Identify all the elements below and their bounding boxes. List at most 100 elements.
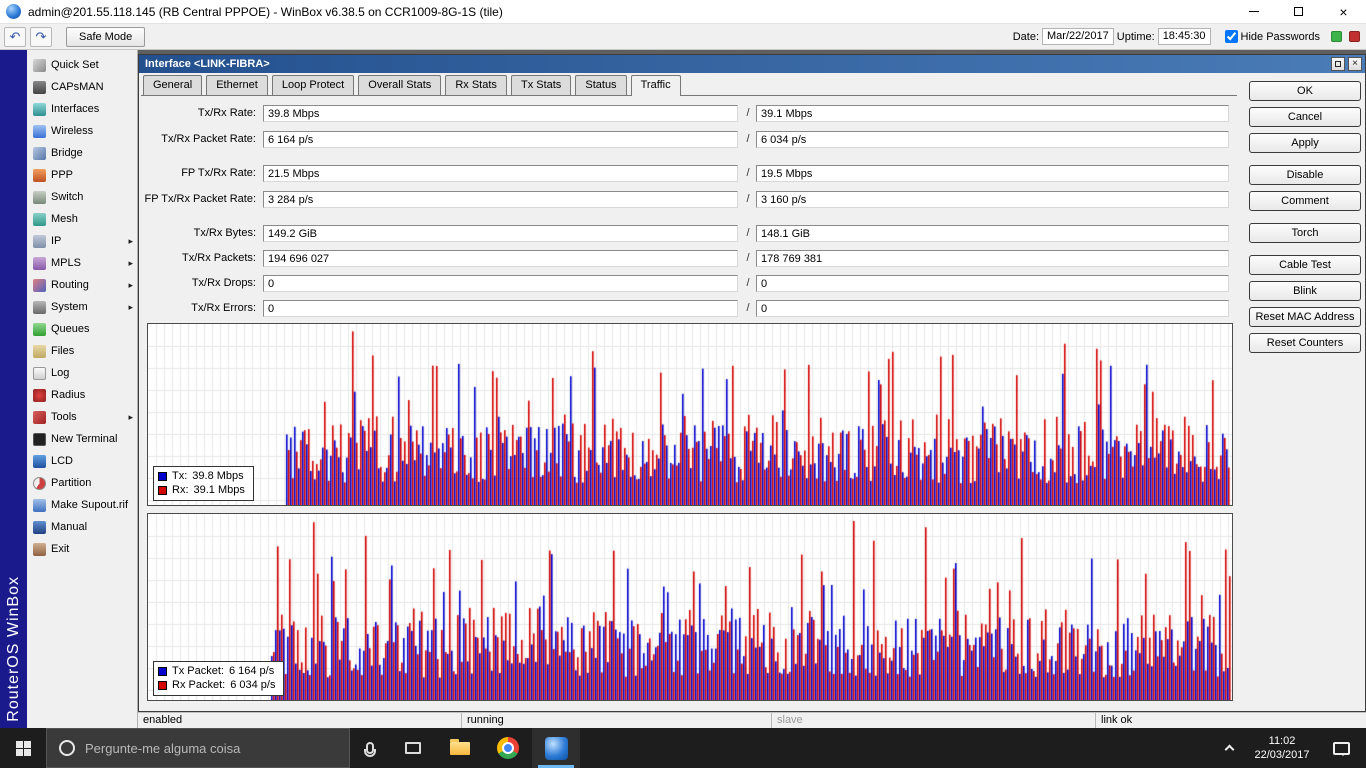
sidebar-item-wireless[interactable]: Wireless <box>27 120 137 142</box>
microphone-button[interactable] <box>350 728 390 768</box>
reset-counters-button[interactable]: Reset Counters <box>1249 333 1361 353</box>
undo-button[interactable]: ↶ <box>4 27 26 47</box>
sidebar-item-radius[interactable]: Radius <box>27 384 137 406</box>
sidebar-item-new-terminal[interactable]: New Terminal <box>27 428 137 450</box>
sidebar-item-switch[interactable]: Switch <box>27 186 137 208</box>
sidebar-item-quick-set[interactable]: Quick Set <box>27 54 137 76</box>
rx-bytes-input[interactable] <box>756 225 1229 242</box>
fp-rx-packet-rate-input[interactable] <box>756 191 1229 208</box>
tx-drops-input[interactable] <box>263 275 738 292</box>
rx-packets-input[interactable] <box>756 250 1229 267</box>
sidebar-item-interfaces[interactable]: Interfaces <box>27 98 137 120</box>
fp-rx-rate-input[interactable] <box>756 165 1229 182</box>
traffic-rate-legend: Tx:39.8 Mbps Rx:39.1 Mbps <box>153 466 254 501</box>
apply-button[interactable]: Apply <box>1249 133 1361 153</box>
clock-text: 11:02 22/03/2017 <box>1254 734 1309 762</box>
sidebar-item-files[interactable]: Files <box>27 340 137 362</box>
task-view-button[interactable] <box>390 728 436 768</box>
close-button[interactable]: × <box>1321 0 1366 24</box>
redo-button[interactable]: ↷ <box>30 27 52 47</box>
hide-passwords-checkbox[interactable] <box>1225 30 1238 43</box>
sidebar-item-tools[interactable]: Tools▸ <box>27 406 137 428</box>
torch-button[interactable]: Torch <box>1249 223 1361 243</box>
rx-drops-input[interactable] <box>756 275 1229 292</box>
field-label: Tx/Rx Packet Rate: <box>139 131 256 149</box>
dialog-tile-button[interactable] <box>1331 57 1345 71</box>
field-label: Tx/Rx Bytes: <box>139 225 256 243</box>
rx-swatch-icon <box>158 486 167 495</box>
maximize-button[interactable] <box>1276 0 1321 24</box>
hide-passwords-label: Hide Passwords <box>1241 31 1320 43</box>
form-row: FP Tx/Rx Packet Rate: / <box>139 191 1365 209</box>
date-value: Mar/22/2017 <box>1042 28 1114 45</box>
tx-packet-rate-input[interactable] <box>263 131 738 148</box>
ok-button[interactable]: OK <box>1249 81 1361 101</box>
sidebar-item-system[interactable]: System▸ <box>27 296 137 318</box>
rx-rate-input[interactable] <box>756 105 1229 122</box>
traffic-rate-chart: Tx:39.8 Mbps Rx:39.1 Mbps <box>147 323 1233 506</box>
tx-rate-input[interactable] <box>263 105 738 122</box>
cancel-button[interactable]: Cancel <box>1249 107 1361 127</box>
tx-packets-input[interactable] <box>263 250 738 267</box>
fp-tx-rate-input[interactable] <box>263 165 738 182</box>
wireless-icon <box>33 125 46 138</box>
tab-general[interactable]: General <box>143 75 202 95</box>
rx-errors-input[interactable] <box>756 300 1229 317</box>
sidebar-item-make-supout[interactable]: Make Supout.rif <box>27 494 137 516</box>
form-row: FP Tx/Rx Rate: / <box>139 165 1365 183</box>
tools-icon <box>33 411 46 424</box>
tx-errors-input[interactable] <box>263 300 738 317</box>
minimize-button[interactable] <box>1231 0 1276 24</box>
reset-mac-address-button[interactable]: Reset MAC Address <box>1249 307 1361 327</box>
notification-icon <box>1333 742 1350 755</box>
tab-status[interactable]: Status <box>575 75 626 95</box>
task-view-icon <box>405 742 421 754</box>
tab-ethernet[interactable]: Ethernet <box>206 75 268 95</box>
chrome-button[interactable] <box>484 728 532 768</box>
tab-rx-stats[interactable]: Rx Stats <box>445 75 507 95</box>
sidebar-item-queues[interactable]: Queues <box>27 318 137 340</box>
interfaces-icon <box>33 103 46 116</box>
sidebar-item-ppp[interactable]: PPP <box>27 164 137 186</box>
winbox-taskbar-button[interactable] <box>532 728 580 768</box>
start-button[interactable] <box>0 728 46 768</box>
cable-test-button[interactable]: Cable Test <box>1249 255 1361 275</box>
comment-button[interactable]: Comment <box>1249 191 1361 211</box>
packet-rate-legend: Tx Packet:6 164 p/s Rx Packet:6 034 p/s <box>153 661 284 696</box>
sidebar-item-bridge[interactable]: Bridge <box>27 142 137 164</box>
sidebar-item-exit[interactable]: Exit <box>27 538 137 560</box>
sidebar-item-mesh[interactable]: Mesh <box>27 208 137 230</box>
sidebar-item-log[interactable]: Log <box>27 362 137 384</box>
sidebar-item-mpls[interactable]: MPLS▸ <box>27 252 137 274</box>
sidebar-item-manual[interactable]: Manual <box>27 516 137 538</box>
tab-loop-protect[interactable]: Loop Protect <box>272 75 354 95</box>
sidebar-item-partition[interactable]: Partition <box>27 472 137 494</box>
tx-bytes-input[interactable] <box>263 225 738 242</box>
tab-overall-stats[interactable]: Overall Stats <box>358 75 441 95</box>
packet-rate-chart: Tx Packet:6 164 p/s Rx Packet:6 034 p/s <box>147 513 1233 701</box>
blink-button[interactable]: Blink <box>1249 281 1361 301</box>
cortana-search-box[interactable]: Pergunte-me alguma coisa <box>46 728 350 768</box>
main-toolbar: ↶ ↷ Safe Mode Date: Mar/22/2017 Uptime: … <box>0 24 1366 50</box>
sidebar-item-capsman[interactable]: CAPsMAN <box>27 76 137 98</box>
hidden-icons-button[interactable] <box>1214 728 1244 768</box>
dialog-titlebar[interactable]: Interface <LINK-FIBRA> <box>139 55 1365 73</box>
tab-tx-stats[interactable]: Tx Stats <box>511 75 571 95</box>
dialog-close-button[interactable]: × <box>1348 57 1362 71</box>
taskbar-clock[interactable]: 11:02 22/03/2017 <box>1244 728 1320 768</box>
rx-packet-rate-input[interactable] <box>756 131 1229 148</box>
sidebar-menu: Quick Set CAPsMAN Interfaces Wireless Br… <box>27 50 138 728</box>
safe-mode-button[interactable]: Safe Mode <box>66 27 145 47</box>
field-label: FP Tx/Rx Packet Rate: <box>139 191 256 209</box>
sidebar-item-lcd[interactable]: LCD <box>27 450 137 472</box>
file-explorer-button[interactable] <box>436 728 484 768</box>
tx-swatch-icon <box>158 472 167 481</box>
action-center-button[interactable] <box>1320 728 1362 768</box>
minimize-icon <box>1249 11 1259 12</box>
switch-icon <box>33 191 46 204</box>
disable-button[interactable]: Disable <box>1249 165 1361 185</box>
tab-traffic[interactable]: Traffic <box>631 75 681 96</box>
sidebar-item-ip[interactable]: IP▸ <box>27 230 137 252</box>
sidebar-item-routing[interactable]: Routing▸ <box>27 274 137 296</box>
fp-tx-packet-rate-input[interactable] <box>263 191 738 208</box>
